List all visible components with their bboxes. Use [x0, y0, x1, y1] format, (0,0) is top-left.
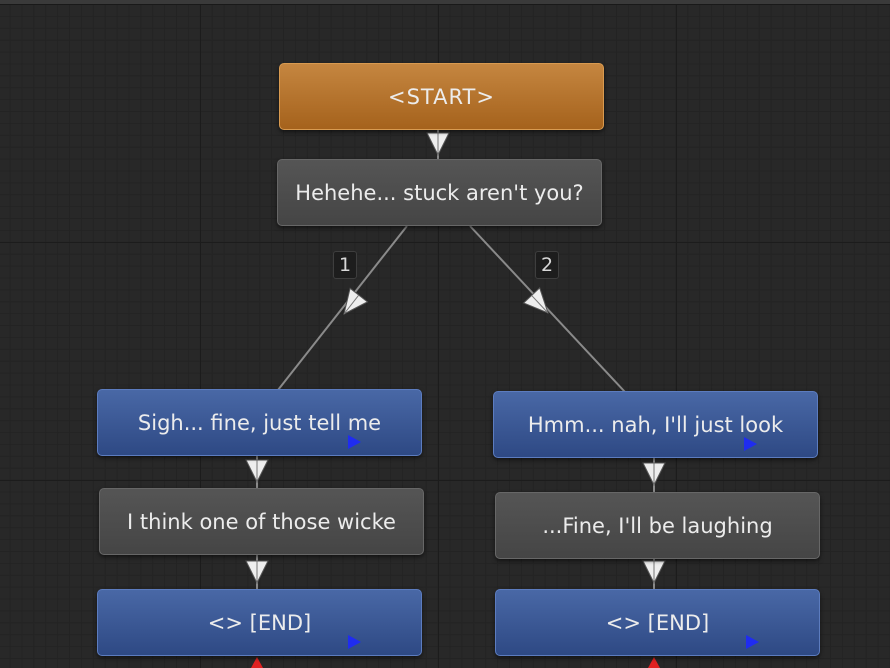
choice-node-2[interactable]: Hmm... nah, I'll just look	[493, 391, 818, 458]
end-node-2[interactable]: <> [END]	[495, 589, 820, 656]
down-arrow-icon	[522, 287, 549, 314]
end-node-1[interactable]: <> [END]	[97, 589, 422, 656]
dialogue-node-reply-1[interactable]: I think one of those wicke	[99, 488, 424, 555]
down-arrow-icon	[642, 462, 666, 487]
down-arrow-icon	[426, 132, 450, 157]
end-node-label: <> [END]	[207, 610, 312, 635]
dialogue-node-reply-2[interactable]: ...Fine, I'll be laughing	[495, 492, 820, 559]
choice-node-1[interactable]: Sigh... fine, just tell me	[97, 389, 422, 456]
down-arrow-icon	[245, 459, 269, 484]
red-triangle-icon	[251, 657, 263, 668]
play-icon[interactable]	[746, 635, 759, 649]
branch-label-2: 2	[535, 251, 559, 279]
end-node-label: <> [END]	[605, 610, 710, 635]
play-icon[interactable]	[348, 435, 361, 449]
start-node[interactable]: <START>	[279, 63, 604, 130]
red-triangle-icon	[648, 657, 660, 668]
dialogue-node-text: I think one of those wicke	[127, 509, 396, 534]
play-icon[interactable]	[744, 437, 757, 451]
play-icon[interactable]	[348, 635, 361, 649]
dialogue-node-root[interactable]: Hehehe... stuck aren't you?	[277, 159, 602, 226]
dialogue-node-text: ...Fine, I'll be laughing	[542, 513, 773, 538]
down-arrow-icon	[245, 560, 269, 585]
down-arrow-icon	[642, 560, 666, 585]
dialogue-node-text: Hehehe... stuck aren't you?	[295, 180, 584, 205]
choice-node-text: Hmm... nah, I'll just look	[527, 412, 784, 437]
start-node-label: <START>	[388, 84, 495, 109]
branch-label-1: 1	[333, 251, 357, 279]
down-arrow-icon	[343, 287, 369, 315]
choice-node-text: Sigh... fine, just tell me	[137, 410, 382, 435]
